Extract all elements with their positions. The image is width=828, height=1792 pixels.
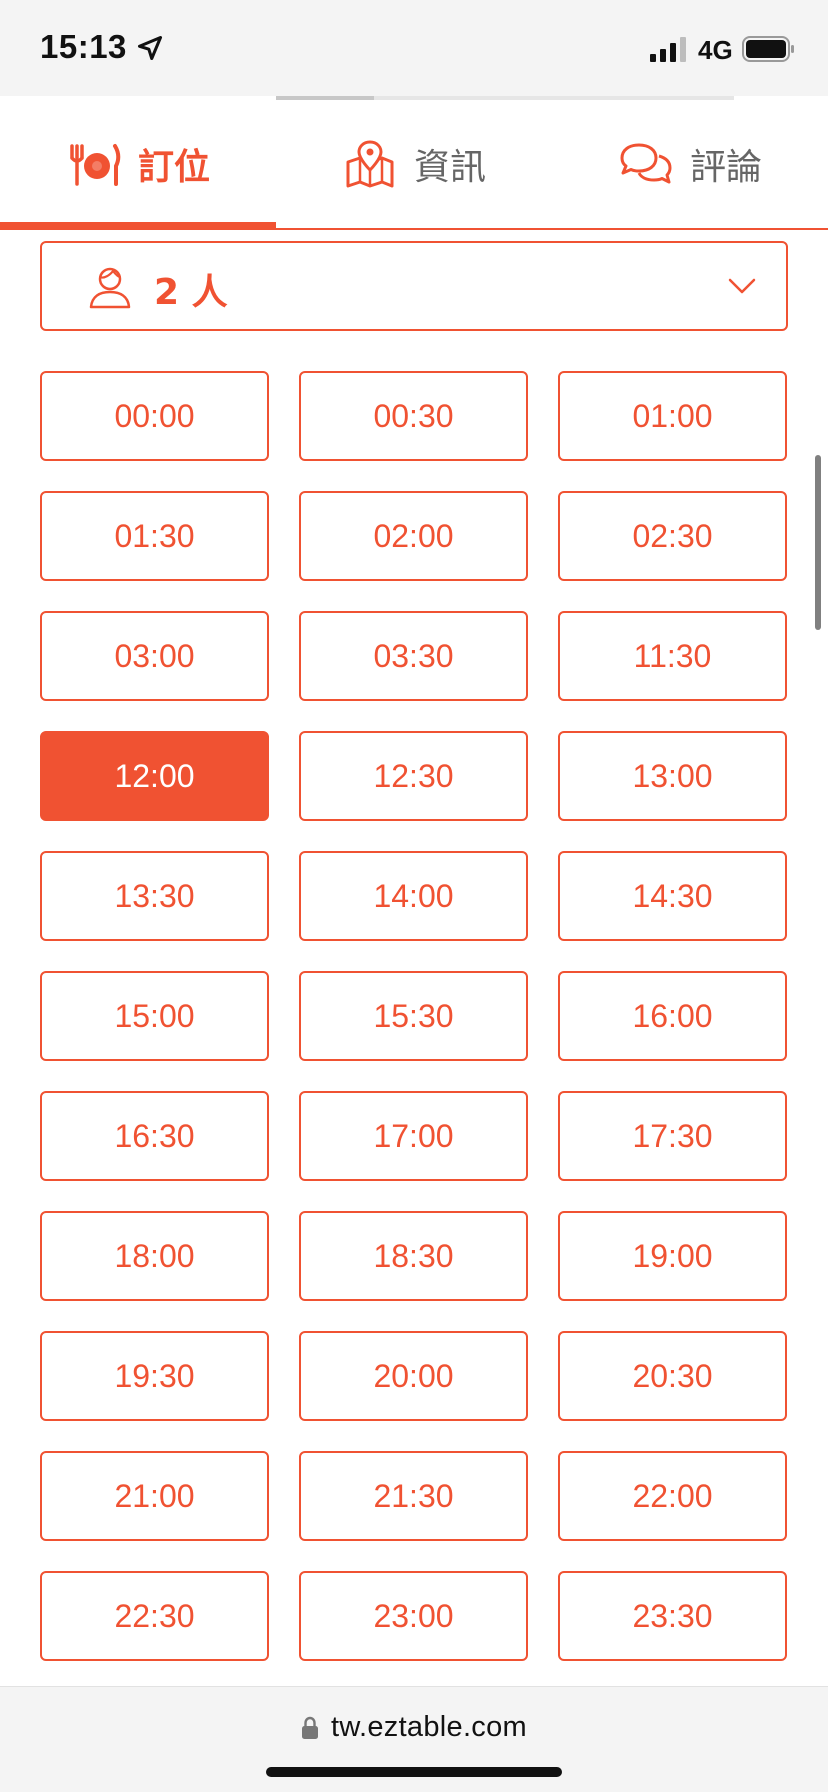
status-time: 15:13 (40, 28, 127, 65)
browser-address-bar[interactable]: tw.eztable.com (0, 1686, 828, 1792)
time-slot[interactable]: 23:00 (299, 1571, 528, 1661)
tab-reservation[interactable]: 訂位 (0, 100, 276, 228)
time-slot[interactable]: 20:00 (299, 1331, 528, 1421)
time-slot[interactable]: 22:30 (40, 1571, 269, 1661)
status-bar: 15:13 4G (0, 0, 828, 96)
battery-icon (742, 36, 794, 62)
time-slot[interactable]: 17:30 (558, 1091, 787, 1181)
tab-label: 資訊 (413, 147, 486, 188)
page-scrollbar[interactable] (815, 455, 821, 630)
time-slot[interactable]: 11:30 (558, 611, 787, 701)
tab-bar: 訂位 資訊 評論 (0, 100, 828, 230)
url-text[interactable]: tw.eztable.com (331, 1711, 527, 1744)
time-slot[interactable]: 00:00 (40, 371, 269, 461)
time-slot[interactable]: 00:30 (299, 371, 528, 461)
url-container[interactable]: tw.eztable.com (0, 1711, 828, 1744)
time-slot[interactable]: 17:00 (299, 1091, 528, 1181)
party-size-label: 2 人 (154, 272, 228, 313)
time-slot[interactable]: 16:30 (40, 1091, 269, 1181)
time-slot[interactable]: 18:30 (299, 1211, 528, 1301)
tab-label: 訂位 (137, 147, 210, 188)
time-slot[interactable]: 13:00 (558, 731, 787, 821)
time-slot[interactable]: 14:00 (299, 851, 528, 941)
time-slot[interactable]: 02:30 (558, 491, 787, 581)
tab-label: 評論 (689, 147, 762, 188)
dining-icon (70, 144, 121, 186)
time-slot[interactable]: 01:30 (40, 491, 269, 581)
time-slot[interactable]: 19:00 (558, 1211, 787, 1301)
person-icon (89, 267, 131, 309)
network-type: 4G (698, 35, 733, 65)
time-slot[interactable]: 19:30 (40, 1331, 269, 1421)
time-slot[interactable]: 21:30 (299, 1451, 528, 1541)
time-slot[interactable]: 02:00 (299, 491, 528, 581)
location-arrow-icon (137, 35, 163, 61)
active-tab-indicator (0, 222, 276, 228)
time-slot[interactable]: 15:30 (299, 971, 528, 1061)
time-slot[interactable]: 14:30 (558, 851, 787, 941)
time-slot[interactable]: 21:00 (40, 1451, 269, 1541)
time-slot[interactable]: 12:30 (299, 731, 528, 821)
time-slot[interactable]: 20:30 (558, 1331, 787, 1421)
time-slot[interactable]: 03:30 (299, 611, 528, 701)
time-slot-grid: 00:00 00:30 01:00 01:30 02:00 02:30 03:00 03:30… (40, 371, 788, 1661)
tab-reviews[interactable]: 評論 (552, 100, 828, 228)
chat-bubbles-icon (620, 143, 672, 184)
party-size-select[interactable]: 2 人 (40, 241, 788, 331)
time-slot[interactable]: 23:30 (558, 1571, 787, 1661)
time-slot[interactable]: 22:00 (558, 1451, 787, 1541)
chevron-down-icon (728, 278, 756, 294)
time-slot[interactable]: 13:30 (40, 851, 269, 941)
time-slot[interactable]: 01:00 (558, 371, 787, 461)
home-indicator[interactable] (266, 1767, 562, 1777)
cellular-signal-icon (650, 37, 686, 62)
time-slot[interactable]: 03:00 (40, 611, 269, 701)
time-slot[interactable]: 15:00 (40, 971, 269, 1061)
lock-icon (301, 1716, 318, 1739)
map-pin-icon (346, 140, 394, 188)
time-slot-selected[interactable]: 12:00 (40, 731, 269, 821)
time-slot[interactable]: 16:00 (558, 971, 787, 1061)
tab-info[interactable]: 資訊 (276, 100, 552, 228)
time-slot[interactable]: 18:00 (40, 1211, 269, 1301)
